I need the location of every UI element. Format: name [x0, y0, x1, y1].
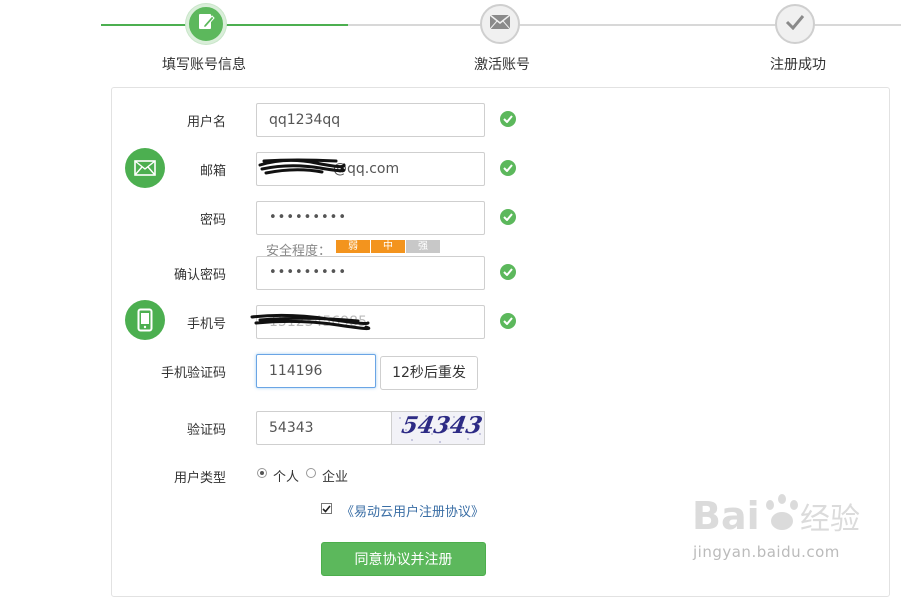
watermark-url: jingyan.baidu.com — [693, 543, 840, 561]
user-type-label: 用户类型 — [173, 471, 226, 486]
email-valid-icon — [500, 160, 516, 176]
watermark-bai: Bai — [692, 494, 760, 538]
captcha-label: 验证码 — [186, 423, 226, 438]
step-3-circle — [775, 4, 815, 44]
confirm-password-label: 确认密码 — [173, 268, 226, 283]
password-valid-icon — [500, 209, 516, 225]
checkbox-check-icon — [322, 504, 331, 513]
agreement-checkbox[interactable] — [321, 503, 332, 514]
phone-label: 手机号 — [186, 317, 226, 332]
password-input[interactable]: ••••••••• — [256, 201, 485, 235]
user-type-business-label: 企业 — [322, 470, 349, 485]
captcha-input[interactable]: 54343 — [256, 411, 392, 445]
user-type-business-radio[interactable] — [306, 468, 316, 478]
strength-bar-medium: 中 — [371, 240, 405, 253]
step-2-circle — [480, 4, 520, 44]
user-type-personal-label: 个人 — [273, 470, 300, 485]
strength-bar-strong: 强 — [406, 240, 440, 253]
envelope-icon — [489, 14, 511, 34]
agreement-link[interactable]: 《易动云用户注册协议》 — [341, 501, 484, 520]
confirm-password-input[interactable]: ••••••••• — [256, 256, 485, 290]
baidu-watermark-logo: Bai 经验 — [690, 485, 860, 545]
resend-code-button[interactable]: 12秒后重发 — [380, 356, 478, 390]
redaction-scribble — [258, 158, 346, 175]
email-label: 邮箱 — [199, 164, 226, 179]
user-type-personal-radio[interactable] — [257, 468, 267, 478]
edit-icon — [195, 11, 217, 37]
confirm-password-valid-icon — [500, 264, 516, 280]
phone-redaction-scribble — [250, 313, 371, 331]
checkmark-icon — [785, 14, 805, 34]
captcha-image[interactable]: 54343 — [391, 411, 485, 445]
register-submit-button[interactable]: 同意协议并注册 — [321, 542, 486, 576]
captcha-text: 54343 — [399, 412, 485, 439]
step-3-label: 注册成功 — [770, 57, 826, 73]
password-label: 密码 — [199, 213, 226, 228]
progress-line-pending — [348, 24, 901, 26]
step-2-label: 激活账号 — [474, 57, 530, 73]
username-valid-icon — [500, 111, 516, 127]
svg-text:经验: 经验 — [800, 502, 860, 537]
step-1-circle — [186, 4, 226, 44]
username-input[interactable]: qq1234qq — [256, 103, 485, 137]
sms-code-label: 手机验证码 — [160, 366, 226, 381]
step-1-label: 填写账号信息 — [162, 57, 246, 73]
phone-valid-icon — [500, 313, 516, 329]
username-label: 用户名 — [186, 115, 226, 130]
strength-bar-weak: 弱 — [336, 240, 370, 253]
sms-code-input[interactable]: 114196 — [256, 354, 376, 388]
